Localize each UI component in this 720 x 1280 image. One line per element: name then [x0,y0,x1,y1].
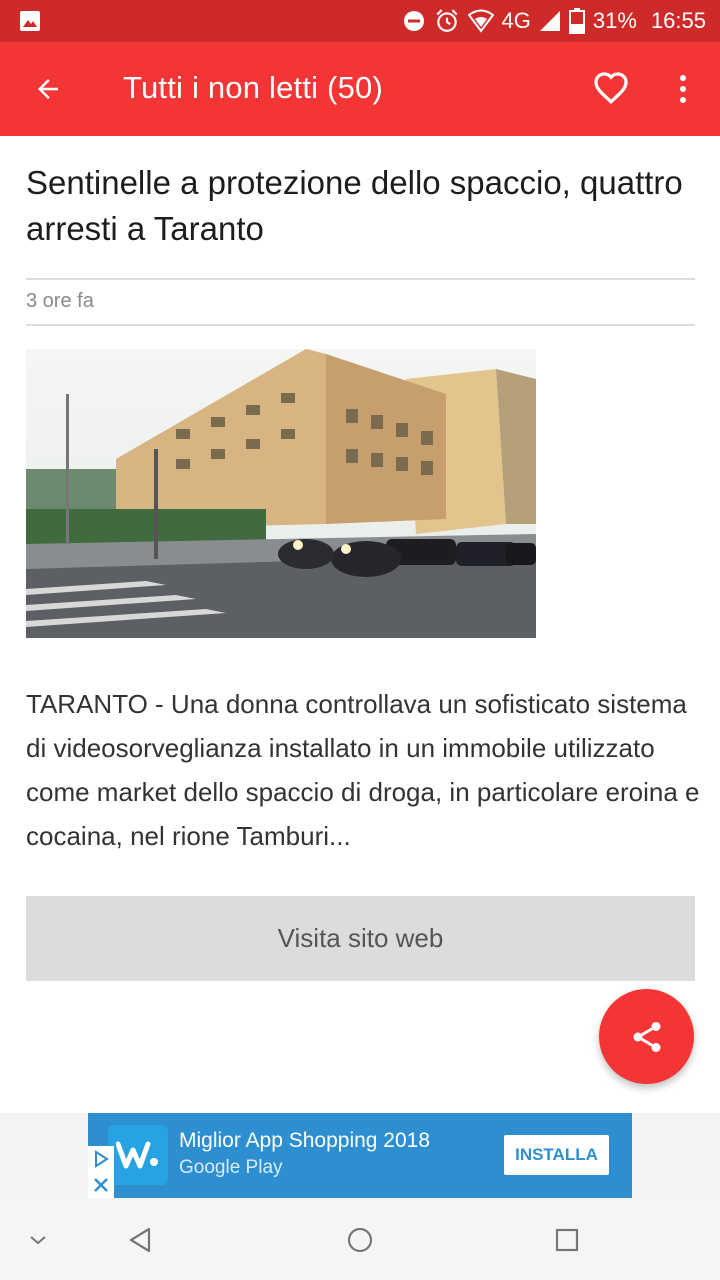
nav-back-button[interactable] [120,1220,160,1260]
do-not-disturb-icon [402,9,426,33]
ad-choices[interactable] [88,1146,114,1198]
status-bar: 4G 31% 16:55 [0,0,720,42]
visit-website-button[interactable]: Visita sito web [26,896,695,981]
more-vert-icon [680,75,686,103]
wish-logo-icon [108,1125,168,1185]
battery-percent: 31% [592,8,637,33]
page-title: Tutti i non letti (50) [123,70,383,105]
article-body: TARANTO - Una donna controllava un sofis… [26,689,700,851]
ad-subtitle: Google Play [179,1157,283,1178]
share-button[interactable] [599,989,694,1084]
wifi-signal-icon [467,9,494,33]
image-notification-icon [18,9,42,38]
alarm-icon [434,8,460,34]
ad-banner[interactable]: Miglior App Shopping 2018 Google Play IN… [88,1113,632,1198]
arrow-back-icon [38,79,58,99]
triangle-back-icon [129,1227,151,1253]
ad-install-button[interactable]: INSTALLA [504,1135,609,1175]
adchoices-icon [95,1150,109,1168]
article-title: Sentinelle a protezione dello spaccio, q… [26,164,683,247]
square-recents-icon [555,1228,579,1252]
more-options-button[interactable] [668,68,698,110]
article-time: 3 ore fa [26,290,94,312]
clock: 16:55 [650,8,706,33]
favorite-button[interactable] [590,68,632,110]
app-bar: Tutti i non letti (50) [0,42,720,136]
cell-signal-icon [539,10,561,32]
close-icon [94,1178,108,1192]
chevron-down-icon [30,1236,46,1245]
divider [26,278,695,280]
divider [26,324,695,326]
share-icon [633,1021,660,1052]
heart-icon [594,72,628,105]
article-image [26,349,536,638]
circle-home-icon [347,1227,373,1253]
back-button[interactable] [28,69,68,109]
navigation-bar [0,1198,720,1280]
nav-hide-button[interactable] [18,1220,58,1260]
nav-recents-button[interactable] [547,1220,587,1260]
ad-title: Miglior App Shopping 2018 [179,1129,431,1152]
battery-icon [568,8,585,34]
nav-home-button[interactable] [340,1220,380,1260]
network-type: 4G [501,8,531,33]
